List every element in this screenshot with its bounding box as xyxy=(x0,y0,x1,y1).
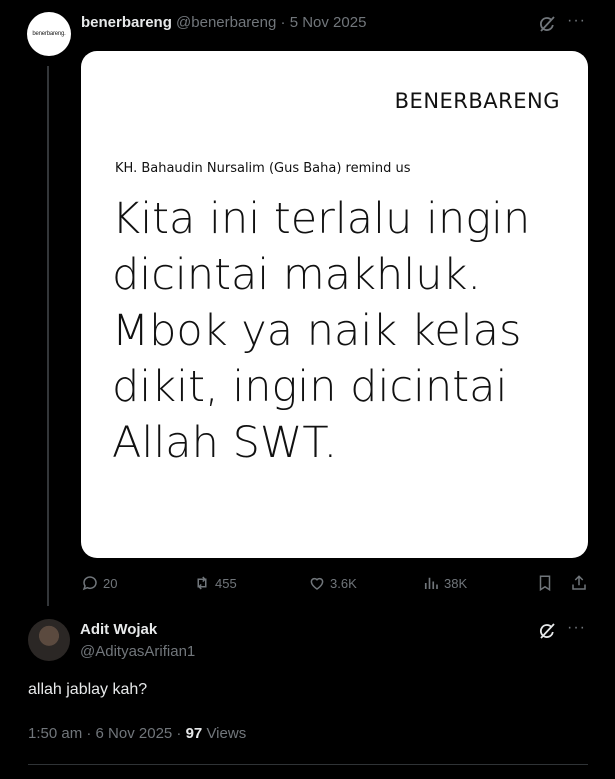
handle[interactable]: @benerbareng xyxy=(176,14,276,31)
reply-icon xyxy=(82,576,97,591)
reply-views-count: 97 xyxy=(185,725,203,742)
image-quote: Kita ini terlalu ingin dicintai makhluk.… xyxy=(112,191,572,471)
quote-line: Allah SWT. xyxy=(112,418,338,468)
share-button[interactable] xyxy=(570,573,588,593)
avatar[interactable]: benerbareng. xyxy=(27,12,71,56)
reply-meta: 1:50 am · 6 Nov 2025 · 97 Views xyxy=(28,725,246,742)
views-icon xyxy=(424,577,438,589)
image-brand: BENERBARENG xyxy=(394,89,560,113)
more-icon[interactable]: ··· xyxy=(567,12,586,30)
post-image[interactable]: BENERBARENG KH. Bahaudin Nursalim (Gus B… xyxy=(81,51,588,558)
repost-icon xyxy=(197,576,207,590)
post-header: benerbareng @benerbareng · 5 Nov 2025 xyxy=(81,13,366,33)
bookmark-icon xyxy=(539,575,551,592)
reply-button[interactable]: 20 xyxy=(81,573,117,593)
quote-line: Kita ini terlalu ingin xyxy=(112,194,531,244)
quote-line: dikit, ingin dicintai xyxy=(112,362,508,412)
reply-timestamp[interactable]: 1:50 am · 6 Nov 2025 · xyxy=(28,725,181,742)
like-button[interactable]: 3.6K xyxy=(308,573,357,593)
quote-line: Mbok ya naik kelas xyxy=(112,306,522,356)
quote-line: dicintai makhluk. xyxy=(112,250,482,300)
reply-views-label: Views xyxy=(206,725,247,742)
more-icon[interactable]: ··· xyxy=(567,619,586,637)
reply-display-name[interactable]: Adit Wojak xyxy=(80,621,157,638)
views-count: 38K xyxy=(444,575,468,591)
views-button[interactable]: 38K xyxy=(422,573,467,593)
repost-count: 455 xyxy=(215,575,237,591)
repost-button[interactable]: 455 xyxy=(193,573,237,593)
heart-icon xyxy=(310,577,324,590)
image-remind-text: KH. Bahaudin Nursalim (Gus Baha) remind … xyxy=(115,161,411,176)
post-date[interactable]: 5 Nov 2025 xyxy=(290,14,367,31)
reply-count: 20 xyxy=(103,575,118,591)
grok-icon[interactable] xyxy=(537,621,557,641)
reply-handle[interactable]: @AdityasArifian1 xyxy=(80,643,195,660)
avatar-text: benerbareng. xyxy=(32,31,66,37)
grok-icon[interactable] xyxy=(537,14,557,34)
like-count: 3.6K xyxy=(330,575,357,591)
divider xyxy=(28,764,588,765)
thread-line xyxy=(47,66,49,606)
separator: · xyxy=(280,14,286,31)
reply-text: allah jablay kah? xyxy=(28,681,148,698)
bookmark-button[interactable] xyxy=(536,573,554,593)
display-name[interactable]: benerbareng xyxy=(81,14,172,31)
reply-avatar[interactable] xyxy=(28,619,70,661)
share-icon xyxy=(572,575,586,590)
